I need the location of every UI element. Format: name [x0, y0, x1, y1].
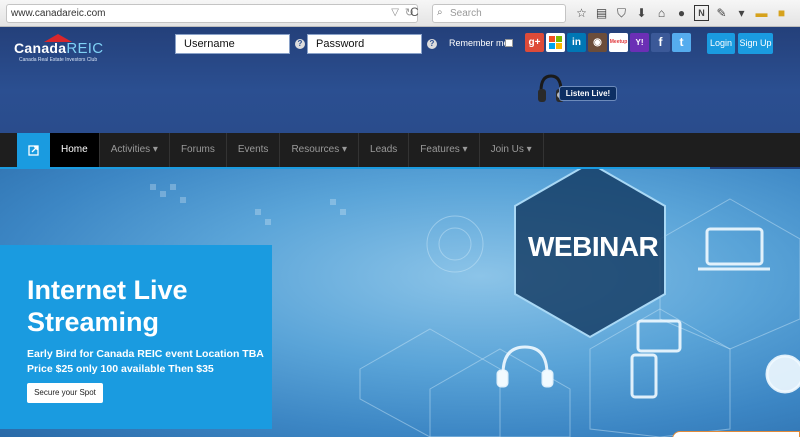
- expand-icon: [28, 145, 39, 156]
- main-nav: Home Activities ▾ Forums Events Resource…: [0, 133, 800, 167]
- promo-description: Early Bird for Canada REIC event Locatio…: [27, 348, 264, 375]
- site-logo[interactable]: CanadaREIC Canada Real Estate Investors …: [14, 34, 114, 64]
- webinar-label: WEBINAR: [528, 231, 659, 262]
- nav-join-us[interactable]: Join Us ▾: [480, 133, 544, 167]
- logo-tagline: Canada Real Estate Investors Club: [19, 57, 98, 63]
- yahoo-icon[interactable]: Y!: [630, 33, 649, 52]
- nav-home[interactable]: Home: [50, 133, 100, 167]
- microsoft-icon[interactable]: [546, 33, 565, 52]
- nav-leads[interactable]: Leads: [359, 133, 410, 167]
- hero-banner: WEBINAR Internet Live Streaming Early Bi…: [0, 169, 800, 437]
- home-icon[interactable]: ⌂: [654, 5, 669, 21]
- search-icon: ⌕: [437, 7, 443, 18]
- linkedin-icon[interactable]: in: [567, 33, 586, 52]
- remember-me-checkbox[interactable]: [505, 39, 513, 47]
- remember-me-label: Remember me: [449, 38, 509, 48]
- nav-activities[interactable]: Activities ▾: [100, 133, 170, 167]
- toolbar-icons: ☆ ▤ ⛉ ⬇ ⌂ ● N ✎ ▾ ▬ ■: [574, 5, 789, 21]
- chat-icon[interactable]: ●: [674, 5, 689, 21]
- folder-icon[interactable]: ▬: [754, 5, 769, 21]
- star-icon[interactable]: ☆: [574, 5, 589, 21]
- secure-spot-button[interactable]: Secure your Spot: [27, 383, 103, 403]
- promo-title: Internet Live Streaming: [27, 275, 188, 337]
- address-bar[interactable]: www.canadareic.com ▽ ↻: [6, 4, 418, 23]
- instagram-icon[interactable]: ◉: [588, 33, 607, 52]
- extension-n-icon[interactable]: N: [694, 5, 709, 21]
- nav-resources[interactable]: Resources ▾: [280, 133, 360, 167]
- wrench-icon[interactable]: ✎: [714, 5, 729, 21]
- url-dropdown-icon[interactable]: ▽: [391, 7, 399, 18]
- logo-accent: REIC: [66, 40, 104, 57]
- logo-main: Canada: [14, 40, 67, 56]
- nav-expand-button[interactable]: [17, 133, 50, 167]
- search-placeholder: Search: [450, 8, 482, 19]
- reload-icon[interactable]: C: [410, 5, 419, 19]
- search-input[interactable]: ⌕ Search: [432, 4, 566, 23]
- logo-text: CanadaREIC: [14, 40, 103, 57]
- nav-events[interactable]: Events: [227, 133, 281, 167]
- reading-list-icon[interactable]: ▤: [594, 5, 609, 21]
- download-icon[interactable]: ⬇: [634, 5, 649, 21]
- username-field[interactable]: Username: [175, 34, 290, 54]
- url-text: www.canadareic.com: [11, 8, 106, 19]
- menu-icon[interactable]: ▾: [734, 5, 749, 21]
- promo-panel: Internet Live Streaming Early Bird for C…: [0, 245, 272, 429]
- facebook-icon[interactable]: f: [651, 33, 670, 52]
- username-placeholder: Username: [184, 38, 235, 50]
- browser-toolbar: www.canadareic.com ▽ ↻ C ⌕ Search ☆ ▤ ⛉ …: [0, 0, 800, 27]
- listen-live-widget[interactable]: Listen Live!: [536, 73, 618, 107]
- google-plus-icon[interactable]: g+: [525, 33, 544, 52]
- nav-forums[interactable]: Forums: [170, 133, 227, 167]
- meetup-icon[interactable]: Meetup: [609, 33, 628, 52]
- password-field[interactable]: Password: [307, 34, 422, 54]
- badge-icon[interactable]: ■: [774, 5, 789, 21]
- login-button[interactable]: Login: [707, 33, 735, 54]
- username-help-icon[interactable]: ?: [295, 39, 305, 49]
- password-help-icon[interactable]: ?: [427, 39, 437, 49]
- password-placeholder: Password: [316, 38, 365, 50]
- signup-button[interactable]: Sign Up: [738, 33, 773, 54]
- pocket-icon[interactable]: ⛉: [614, 5, 629, 21]
- nav-features[interactable]: Features ▾: [409, 133, 480, 167]
- listen-live-label: Listen Live!: [559, 86, 617, 101]
- site-header: CanadaREIC Canada Real Estate Investors …: [0, 27, 800, 133]
- twitter-icon[interactable]: t: [672, 33, 691, 52]
- chat-widget-tab[interactable]: [672, 431, 800, 437]
